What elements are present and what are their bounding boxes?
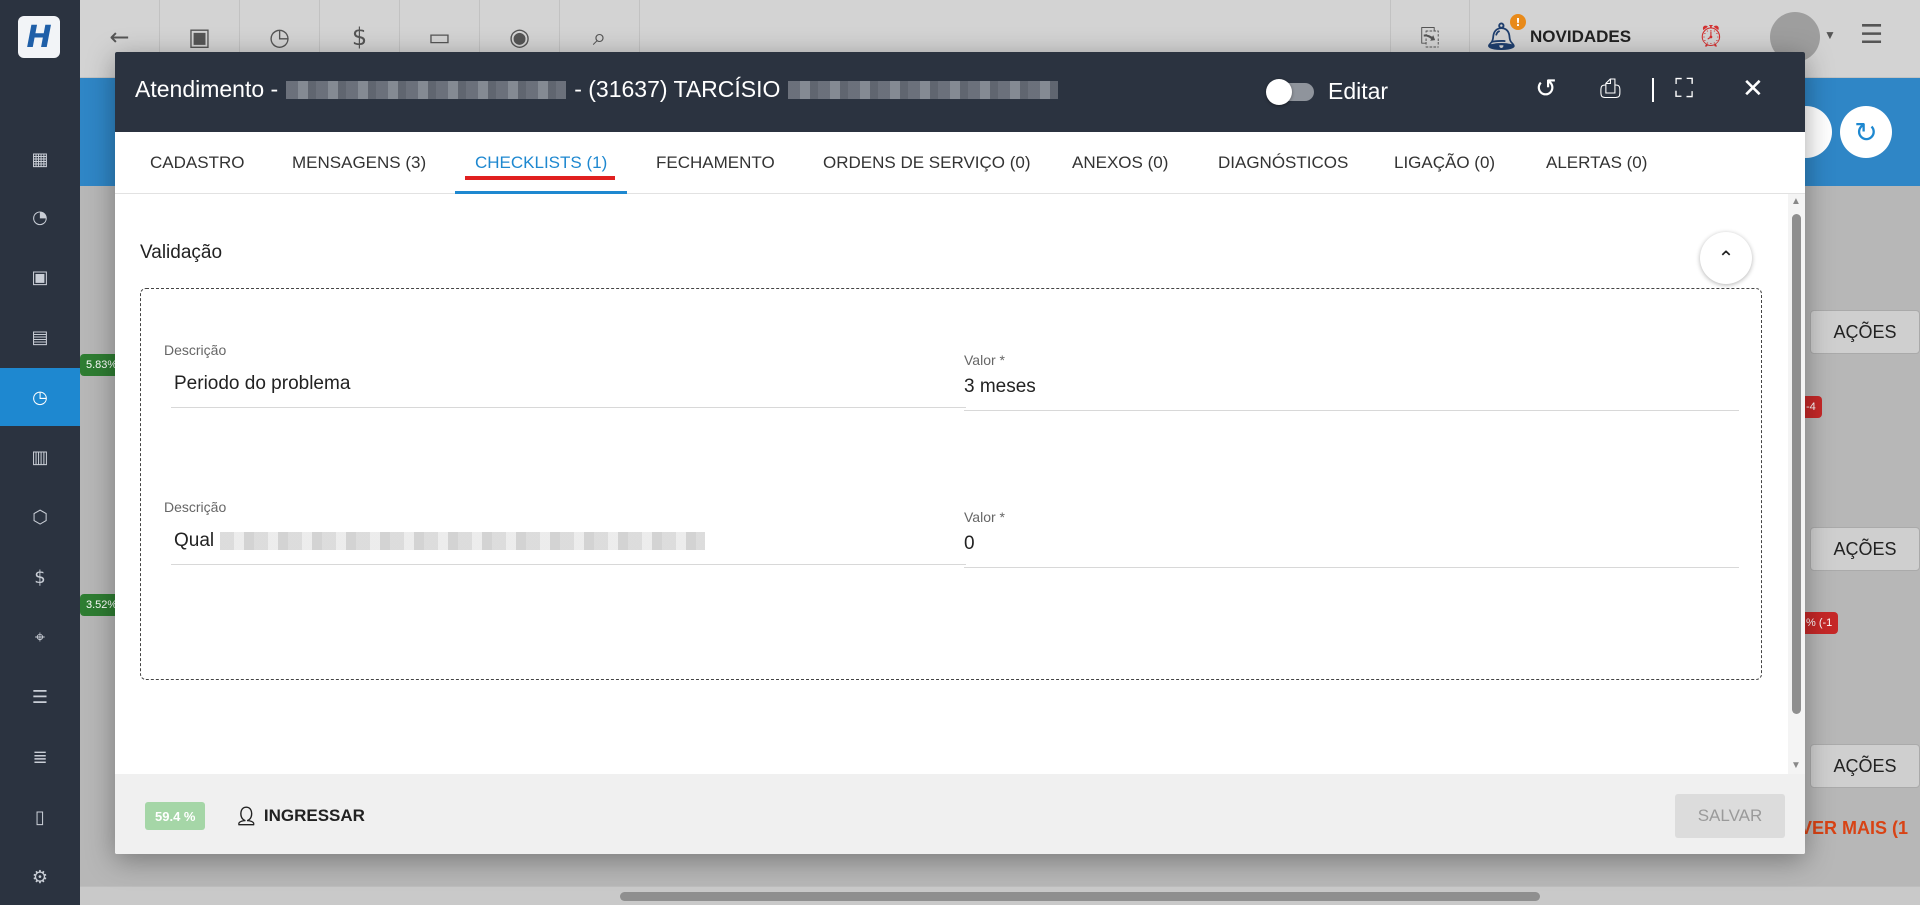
tab-checklists-label: CHECKLISTS (1) <box>475 153 608 172</box>
scroll-down-icon[interactable]: ▼ <box>1791 760 1801 771</box>
schedule-icon[interactable]: ▥ <box>0 428 80 486</box>
tab-alertas[interactable]: ALERTAS (0) <box>1546 132 1647 194</box>
server-icon[interactable]: ≣ <box>0 728 80 786</box>
description-value: Qual <box>174 530 706 552</box>
edit-label: Editar <box>1328 78 1389 104</box>
money-icon[interactable]: $ <box>0 548 80 606</box>
bell-icon: 🔔︎! <box>1485 14 1527 52</box>
redacted-text <box>286 80 567 99</box>
redacted-text <box>220 532 706 550</box>
news-label: NOVIDADES <box>1530 27 1632 46</box>
scrollbar-thumb[interactable] <box>620 892 1540 901</box>
refresh-icon[interactable]: ↻ <box>1840 106 1892 158</box>
scrollbar-thumb[interactable] <box>1792 214 1801 714</box>
atendimento-modal: Atendimento - - (31637) TARCÍSIO Editar … <box>115 52 1805 854</box>
fullscreen-icon[interactable]: ⛶ <box>1675 74 1693 105</box>
description-value: Periodo do problema <box>174 373 351 394</box>
description-underline <box>171 407 966 408</box>
pie-chart-icon[interactable]: ◔ <box>0 188 80 246</box>
modal-title: Atendimento - - (31637) TARCÍSIO <box>135 76 1059 103</box>
print-icon[interactable]: ⎙ <box>1600 74 1621 105</box>
value-underline <box>964 410 1739 411</box>
close-icon[interactable]: ✕ <box>1742 74 1764 104</box>
tab-diagnosticos[interactable]: DIAGNÓSTICOS <box>1218 132 1348 194</box>
tab-ordens-de-servico[interactable]: ORDENS DE SERVIÇO (0) <box>823 132 1031 194</box>
tab-fechamento[interactable]: FECHAMENTO <box>656 132 775 194</box>
ingressar-label: INGRESSAR <box>263 806 365 825</box>
toggle-switch[interactable] <box>1266 78 1314 105</box>
menu-icon[interactable]: ☰ <box>1860 20 1883 50</box>
annotation-underline <box>465 176 616 180</box>
chevron-up-icon[interactable]: ⌃ <box>1700 232 1752 284</box>
tab-ligacao[interactable]: LIGAÇÃO (0) <box>1394 132 1495 194</box>
alarm-icon[interactable]: ⏰︎ <box>1700 20 1722 54</box>
document-icon[interactable]: ▯ <box>0 788 80 846</box>
section-title: Validação <box>140 242 223 263</box>
sidebar: H ▦ ◔ ▣ ▤ ◷ ▥ ⬡ $ ⌖ ☰ ≣ ▯ ⚙ <box>0 0 80 905</box>
tab-checklists[interactable]: CHECKLISTS (1) <box>454 132 628 194</box>
acoes-button[interactable]: AÇÕES <box>1810 310 1920 354</box>
description-label: Descrição <box>164 342 227 358</box>
progress-badge: 59.4 % <box>145 802 206 830</box>
modal-header: Atendimento - - (31637) TARCÍSIO Editar … <box>115 52 1805 132</box>
modal-tabs: CADASTRO MENSAGENS (3) CHECKLISTS (1) FE… <box>115 132 1805 194</box>
description-label: Descrição <box>164 499 227 515</box>
map-pin-icon[interactable]: ⌖ <box>0 608 80 666</box>
title-prefix: Atendimento - <box>135 76 279 102</box>
description-underline <box>171 564 966 565</box>
news-badge: ! <box>1510 14 1527 30</box>
chevron-down-icon[interactable]: ▼ <box>1824 28 1836 42</box>
ver-mais-link[interactable]: VER MAIS (1 <box>1800 818 1908 839</box>
list-icon[interactable]: ☰ <box>0 668 80 726</box>
person-icon: 👤︎ <box>235 805 258 827</box>
description-text: Qual <box>174 530 215 551</box>
acoes-button[interactable]: AÇÕES <box>1810 744 1920 788</box>
board-icon[interactable]: ▤ <box>0 308 80 366</box>
scroll-up-icon[interactable]: ▲ <box>1791 196 1801 207</box>
horizontal-scrollbar[interactable] <box>80 887 1920 905</box>
vertical-scrollbar[interactable]: ▲ ▼ <box>1788 194 1805 774</box>
toggle-knob <box>1266 78 1292 105</box>
title-customer: - (31637) TARCÍSIO <box>574 76 781 102</box>
history-icon[interactable]: ↺ <box>1535 74 1557 104</box>
save-button[interactable]: SALVAR <box>1675 794 1785 838</box>
app-logo[interactable]: H <box>18 16 60 58</box>
delta-badge: % (-1 <box>1800 612 1839 634</box>
value-input[interactable]: 0 <box>964 533 975 555</box>
redacted-text <box>788 80 1059 99</box>
ingressar-button[interactable]: 👤︎ INGRESSAR <box>235 800 365 832</box>
value-input[interactable]: 3 meses <box>964 376 1036 398</box>
tab-mensagens[interactable]: MENSAGENS (3) <box>292 132 426 194</box>
gear-icon[interactable]: ⚙ <box>0 848 80 905</box>
tab-anexos[interactable]: ANEXOS (0) <box>1072 132 1168 194</box>
acoes-button[interactable]: AÇÕES <box>1810 527 1920 571</box>
modal-footer: 59.4 % 👤︎ INGRESSAR SALVAR <box>115 774 1805 854</box>
value-label: Valor * <box>964 509 1005 525</box>
value-label: Valor * <box>964 352 1005 368</box>
checklist-panel: Validação ⌃ Descrição Periodo do problem… <box>115 194 1805 774</box>
package-icon[interactable]: ⬡ <box>0 488 80 546</box>
contact-card-icon[interactable]: ▣ <box>0 248 80 306</box>
logo-mark: H <box>26 19 52 55</box>
dashboard-icon[interactable]: ▦ <box>0 130 80 188</box>
edit-toggle[interactable]: Editar <box>1266 78 1389 105</box>
checklist-box: Descrição Periodo do problema Valor * 3 … <box>140 288 1762 680</box>
header-divider <box>1652 78 1654 102</box>
value-underline <box>964 567 1739 568</box>
tab-cadastro[interactable]: CADASTRO <box>150 132 244 194</box>
calendar-clock-icon[interactable]: ◷ <box>0 368 80 426</box>
